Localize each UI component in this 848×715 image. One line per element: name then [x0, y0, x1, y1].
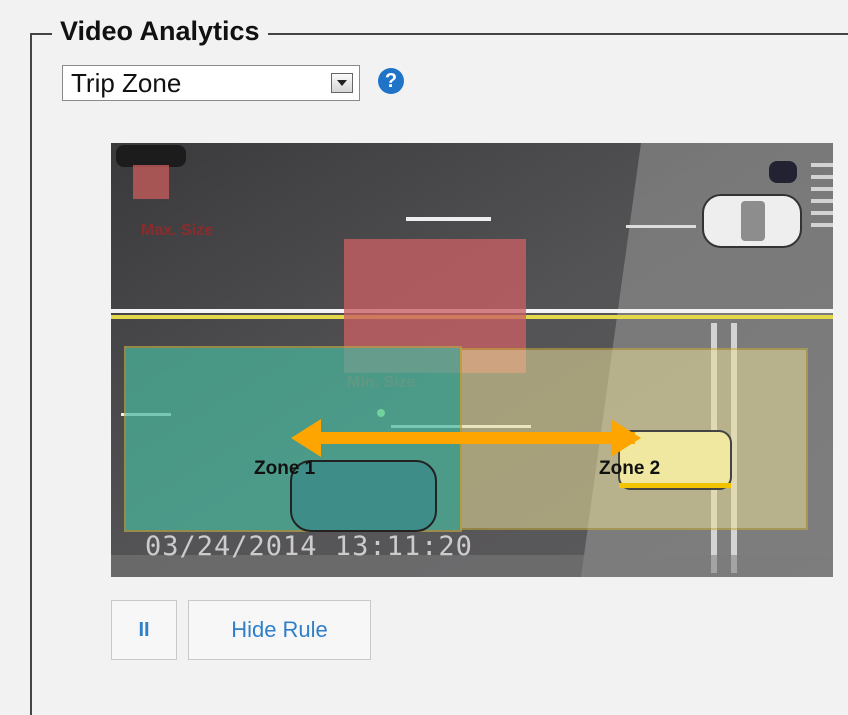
- help-icon[interactable]: ?: [378, 68, 404, 94]
- pause-button[interactable]: II: [111, 600, 177, 660]
- analytics-type-select[interactable]: Trip Zone: [62, 65, 360, 101]
- video-preview: Max. Size Min. Size Zone 1 Zone 2: [111, 143, 833, 577]
- svg-text:Max. Size: Max. Size: [141, 222, 213, 239]
- panel-title: Video Analytics: [52, 16, 268, 47]
- hide-rule-button[interactable]: Hide Rule: [188, 600, 371, 660]
- zone-1-label: Zone 1: [254, 458, 316, 479]
- video-timestamp: 03/24/2014 13:11:20: [145, 531, 473, 562]
- hide-rule-label: Hide Rule: [231, 617, 328, 642]
- chevron-down-icon[interactable]: [331, 73, 353, 93]
- zone-2-label: Zone 2: [599, 458, 661, 479]
- pause-icon: II: [138, 618, 150, 641]
- select-value: Trip Zone: [71, 68, 182, 98]
